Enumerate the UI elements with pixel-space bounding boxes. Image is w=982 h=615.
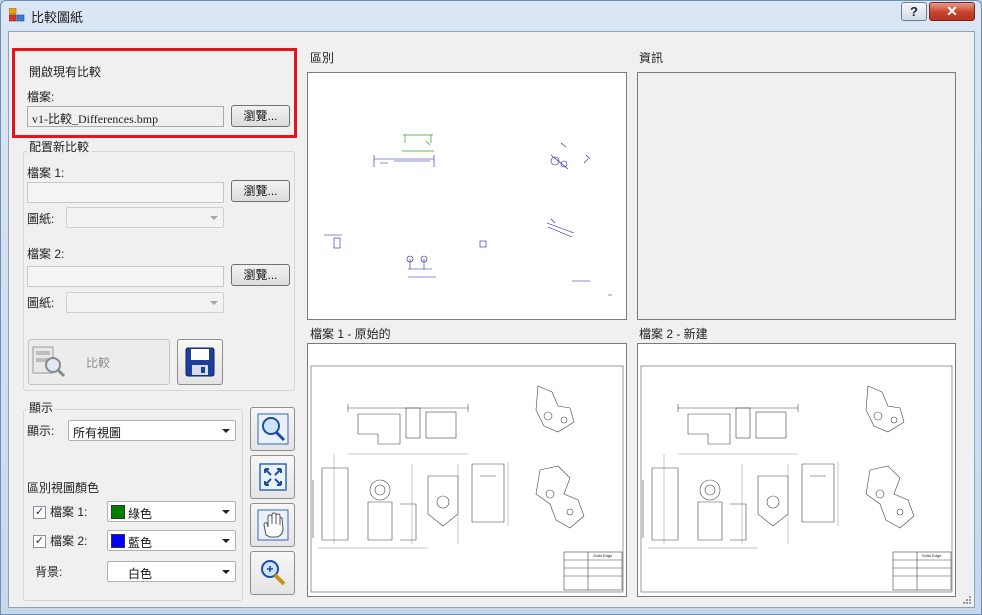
sheet2-select[interactable] [66, 292, 224, 313]
zoom-icon [261, 560, 286, 586]
file1-panel-label: 檔案 1 - 原始的 [310, 327, 391, 341]
help-button[interactable]: ? [901, 2, 927, 21]
file2-color-swatch [111, 534, 125, 548]
file1-field[interactable] [27, 182, 224, 203]
window-title: 比較圖紙 [31, 10, 84, 25]
chevron-down-icon [222, 570, 230, 574]
file2-browse-button[interactable]: 瀏覽... [231, 264, 290, 286]
file2-color-select[interactable]: 藍色 [107, 530, 236, 551]
sheet2-label: 圖紙: [27, 296, 55, 310]
app-icon [9, 8, 25, 22]
file2-panel[interactable]: Solid Edge [637, 343, 956, 597]
file1-label: 檔案 1: [27, 166, 65, 180]
title-bar: 比較圖紙 ? ✕ [1, 1, 981, 29]
fit-view-icon [259, 463, 287, 491]
show-select[interactable]: 所有視圖 [68, 420, 236, 441]
file2-color-label: 檔案 2: [50, 534, 88, 548]
file2-color-value: 藍色 [128, 536, 153, 550]
file2-panel-label: 檔案 2 - 新建 [639, 327, 708, 341]
file1-panel[interactable]: Solid Edge [307, 343, 627, 597]
background-value: 白色 [128, 567, 153, 581]
compare-button-label: 比較 [86, 356, 111, 370]
sheet1-select[interactable] [66, 207, 224, 228]
diff-panel-label: 區別 [310, 51, 335, 65]
zoom-area-button[interactable] [250, 407, 295, 451]
file2-label: 檔案 2: [27, 247, 65, 261]
file1-drawing: Solid Edge [310, 365, 624, 593]
chevron-down-icon [210, 216, 218, 220]
file2-title-block: Solid Edge [922, 553, 942, 558]
diff-panel[interactable] [307, 72, 627, 320]
dialog-client-area: 開啟現有比較 檔案: v1-比較_Differences.bmp 瀏覽... 配… [8, 31, 975, 608]
zoom-area-icon [257, 413, 289, 445]
file2-color-checkbox[interactable]: ✓ [33, 535, 46, 548]
display-legend: 顯示 [27, 399, 56, 416]
chevron-down-icon [210, 301, 218, 305]
new-compare-legend: 配置新比較 [27, 138, 92, 155]
chevron-down-icon [222, 510, 230, 514]
chevron-down-icon [222, 429, 230, 433]
file2-drawing: Solid Edge [640, 365, 953, 593]
highlight-box [12, 48, 297, 138]
file1-browse-button[interactable]: 瀏覽... [231, 180, 290, 202]
file1-color-label: 檔案 1: [50, 505, 88, 519]
background-select[interactable]: 白色 [107, 561, 236, 582]
show-select-value: 所有視圖 [73, 426, 122, 440]
zoom-button[interactable] [250, 551, 295, 595]
fit-view-button[interactable] [250, 455, 295, 499]
file1-color-swatch [111, 505, 125, 519]
pan-button[interactable] [250, 503, 295, 547]
info-panel [637, 72, 956, 320]
file1-title-block: Solid Edge [593, 553, 613, 558]
compare-magnifier-icon [32, 346, 66, 378]
compare-drawings-window: 比較圖紙 ? ✕ 開啟現有比較 檔案: v1-比較_Differences.bm… [0, 0, 982, 615]
show-label: 顯示: [27, 424, 55, 438]
file1-color-checkbox[interactable]: ✓ [33, 506, 46, 519]
close-button[interactable]: ✕ [929, 2, 975, 21]
sheet1-label: 圖紙: [27, 212, 55, 226]
resize-grip-icon[interactable] [962, 595, 972, 605]
file1-color-select[interactable]: 綠色 [107, 501, 236, 522]
diff-color-label: 區別視圖顏色 [27, 481, 100, 495]
background-label: 背景: [35, 565, 63, 579]
compare-button[interactable]: 比較 [28, 339, 170, 385]
chevron-down-icon [222, 539, 230, 543]
floppy-disk-icon [185, 347, 215, 377]
pan-hand-icon [257, 509, 289, 541]
diff-drawing [324, 134, 612, 296]
info-panel-label: 資訊 [639, 51, 664, 65]
file2-field[interactable] [27, 266, 224, 287]
save-button[interactable] [177, 339, 223, 385]
file1-color-value: 綠色 [128, 507, 153, 521]
